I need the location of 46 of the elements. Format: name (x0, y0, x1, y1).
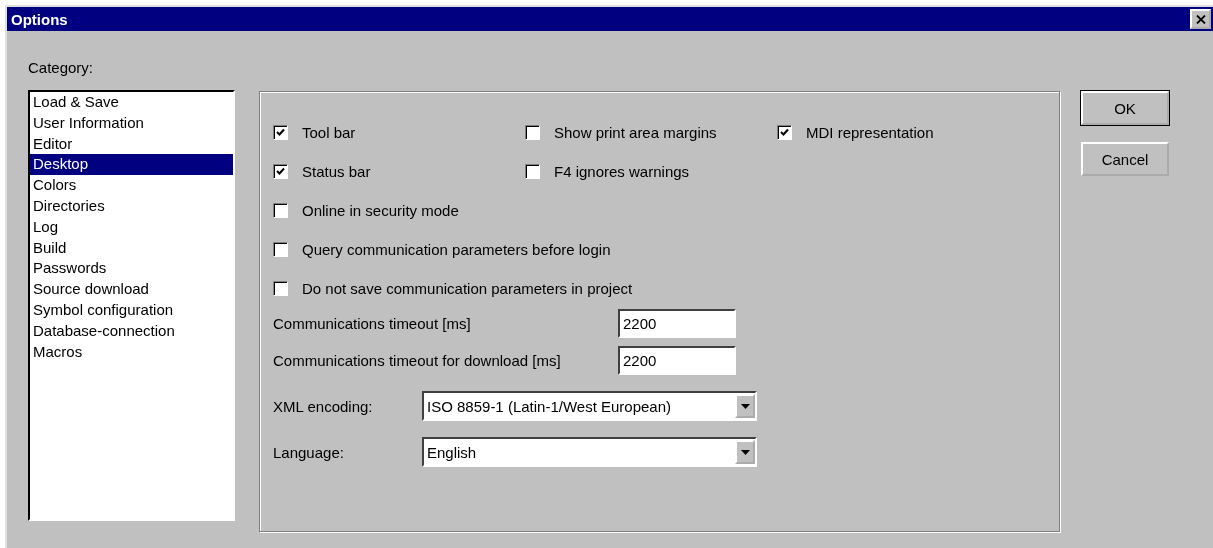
checkbox-label: Tool bar (302, 123, 356, 141)
category-item[interactable]: Load & Save (30, 92, 233, 113)
category-item[interactable]: Log (30, 216, 233, 238)
category-item[interactable]: Build (30, 237, 233, 259)
category-item[interactable]: Editor (30, 133, 233, 155)
category-item[interactable]: User Information (30, 112, 233, 134)
close-button[interactable] (1190, 9, 1211, 29)
category-item[interactable]: Passwords (30, 258, 233, 280)
field-label: Language: (273, 443, 345, 461)
checkmark-icon (276, 166, 285, 176)
field-label: XML encoding: (273, 397, 374, 415)
checkbox[interactable] (273, 163, 288, 179)
checkmark-icon (276, 127, 285, 137)
category-item[interactable]: Directories (30, 196, 233, 217)
input-field[interactable]: 2200 (618, 309, 736, 338)
dropdown-field[interactable]: ISO 8859-1 (Latin-1/West European) (422, 391, 757, 421)
checkbox[interactable] (273, 280, 288, 296)
checkbox-label: Status bar (302, 162, 371, 180)
category-label: Category: (28, 59, 95, 78)
checkbox-label: Online in security mode (302, 201, 459, 219)
checkbox-label: Query communication parameters before login (302, 240, 611, 258)
checkbox[interactable] (777, 124, 792, 140)
category-item[interactable]: Database-connection (30, 320, 233, 342)
dropdown-field[interactable]: English (422, 437, 757, 467)
window-title: Options (10, 10, 68, 28)
checkbox[interactable] (273, 202, 288, 218)
field-label: Communications timeout [ms] (273, 315, 472, 332)
ok-button[interactable]: OK (1081, 91, 1169, 125)
checkbox[interactable] (273, 124, 288, 140)
close-icon[interactable] (1195, 14, 1206, 24)
category-item[interactable]: Desktop (30, 154, 233, 176)
category-item[interactable]: Source download (30, 279, 233, 300)
cancel-button[interactable]: Cancel (1081, 142, 1169, 176)
checkbox[interactable] (525, 124, 540, 140)
field-label: Communications timeout for download [ms] (273, 352, 562, 369)
input-field[interactable]: 2200 (618, 346, 736, 375)
checkbox-label: Do not save communication parameters in project (302, 279, 633, 297)
checkmark-icon (780, 127, 789, 137)
category-item[interactable]: Macros (30, 341, 233, 363)
checkbox[interactable] (273, 241, 288, 257)
checkbox-label: F4 ignores warnings (554, 162, 690, 180)
checkbox[interactable] (525, 163, 540, 179)
category-item[interactable]: Symbol configuration (30, 299, 233, 321)
checkbox-label: MDI representation (806, 123, 934, 141)
checkbox-label: Show print area margins (554, 123, 717, 141)
category-item[interactable]: Colors (30, 175, 233, 196)
